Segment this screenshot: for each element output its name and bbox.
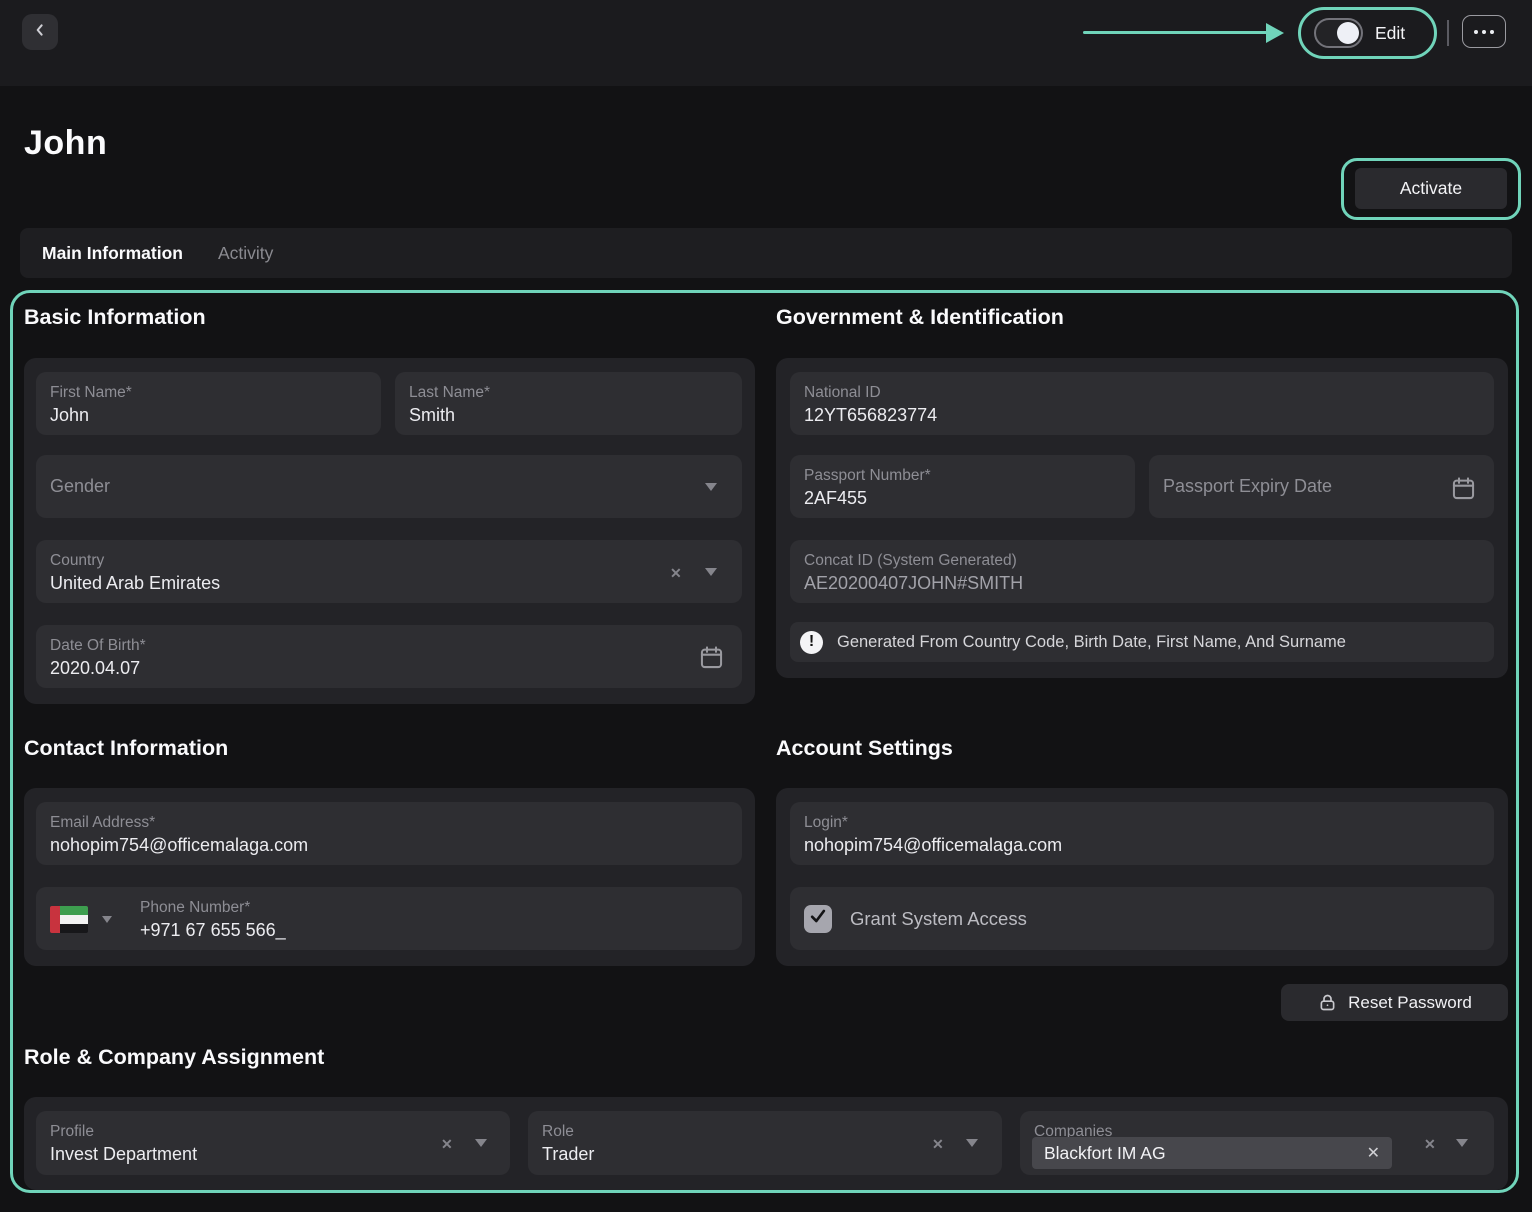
chevron-down-icon[interactable] [1456,1139,1468,1147]
tab-activity[interactable]: Activity [218,243,273,264]
gender-select[interactable]: Gender [36,455,742,518]
grant-access-row: Grant System Access [790,887,1494,950]
chevron-down-icon[interactable] [475,1139,487,1147]
section-title-government: Government & Identification [776,305,1064,330]
companies-multiselect[interactable]: Companies Blackfort IM AG ✕ [1020,1111,1494,1175]
country-value: United Arab Emirates [50,570,728,597]
back-button[interactable] [22,14,58,50]
date-of-birth-field[interactable]: Date Of Birth* 2020.04.07 [36,625,742,688]
section-title-basic: Basic Information [24,305,206,330]
passport-number-label: Passport Number* [804,466,1121,485]
first-name-field[interactable]: First Name* John [36,372,381,435]
first-name-value: John [50,402,367,429]
email-value: nohopim754@officemalaga.com [50,832,728,859]
section-title-contact: Contact Information [24,736,228,761]
reset-password-label: Reset Password [1348,993,1472,1013]
top-bar: Edit [0,0,1532,86]
login-label: Login* [804,813,1480,832]
exclamation-icon: ! [800,631,823,654]
grant-access-checkbox[interactable] [804,905,832,933]
dob-value: 2020.04.07 [50,655,728,682]
clear-icon[interactable]: ✕ [932,1137,944,1151]
more-actions-button[interactable] [1462,15,1506,48]
annotation-arrow [1083,31,1269,34]
calendar-icon[interactable] [1450,475,1477,507]
last-name-field[interactable]: Last Name* Smith [395,372,742,435]
toggle-knob [1337,22,1359,44]
tab-bar: Main Information Activity [20,228,1512,278]
login-field[interactable]: Login* nohopim754@officemalaga.com [790,802,1494,865]
user-profile-page: Edit John Activate Main Information Acti… [0,0,1532,1212]
profile-label: Profile [50,1122,496,1141]
ellipsis-icon [1474,30,1494,34]
passport-expiry-field[interactable]: Passport Expiry Date [1149,455,1494,518]
calendar-icon[interactable] [698,644,725,676]
tab-main-information[interactable]: Main Information [42,243,183,264]
grant-access-label: Grant System Access [850,908,1027,930]
chevron-down-icon[interactable] [705,483,717,491]
edit-toggle[interactable] [1314,18,1363,48]
role-label: Role [542,1122,988,1141]
login-value: nohopim754@officemalaga.com [804,832,1480,859]
passport-number-value: 2AF455 [804,485,1121,512]
reset-password-button[interactable]: Reset Password [1281,984,1508,1021]
section-title-account: Account Settings [776,736,953,761]
country-select[interactable]: Country United Arab Emirates [36,540,742,603]
uae-flag-icon[interactable] [50,906,88,933]
concat-id-field: Concat ID (System Generated) AE20200407J… [790,540,1494,603]
chevron-left-icon [32,22,48,43]
passport-number-field[interactable]: Passport Number* 2AF455 [790,455,1135,518]
country-label: Country [50,551,728,570]
concat-id-label: Concat ID (System Generated) [804,551,1480,570]
first-name-label: First Name* [50,383,367,402]
email-label: Email Address* [50,813,728,832]
last-name-label: Last Name* [409,383,728,402]
concat-id-value: AE20200407JOHN#SMITH [804,570,1480,597]
company-chip[interactable]: Blackfort IM AG ✕ [1032,1137,1392,1169]
topbar-divider [1447,20,1449,46]
last-name-value: Smith [409,402,728,429]
chevron-down-icon[interactable] [705,568,717,576]
profile-value: Invest Department [50,1141,496,1168]
chevron-down-icon[interactable] [966,1139,978,1147]
chip-remove-icon[interactable]: ✕ [1367,1143,1380,1163]
phone-field[interactable]: Phone Number* +971 67 655 566_ [36,887,742,950]
checkmark-icon [808,906,828,931]
national-id-value: 12YT656823774 [804,402,1480,429]
chevron-down-icon[interactable] [102,916,112,923]
activate-button[interactable]: Activate [1355,168,1507,209]
company-chip-label: Blackfort IM AG [1044,1143,1367,1164]
dob-label: Date Of Birth* [50,636,728,655]
lock-icon [1317,992,1338,1013]
concat-id-note: ! Generated From Country Code, Birth Dat… [790,622,1494,662]
clear-icon[interactable]: ✕ [670,566,682,580]
annotation-arrow-head [1266,23,1284,43]
clear-icon[interactable]: ✕ [441,1137,453,1151]
note-text: Generated From Country Code, Birth Date,… [837,633,1346,652]
gender-label: Gender [50,477,110,496]
page-title: John [24,124,107,163]
email-field[interactable]: Email Address* nohopim754@officemalaga.c… [36,802,742,865]
section-title-role: Role & Company Assignment [24,1045,324,1070]
clear-icon[interactable]: ✕ [1424,1137,1436,1151]
edit-toggle-highlight: Edit [1298,7,1437,59]
national-id-field[interactable]: National ID 12YT656823774 [790,372,1494,435]
phone-label: Phone Number* [140,898,728,917]
phone-value: +971 67 655 566_ [140,917,728,944]
role-value: Trader [542,1141,988,1168]
role-select[interactable]: Role Trader [528,1111,1002,1175]
edit-toggle-label: Edit [1375,23,1405,44]
profile-select[interactable]: Profile Invest Department [36,1111,510,1175]
national-id-label: National ID [804,383,1480,402]
passport-expiry-label: Passport Expiry Date [1163,477,1332,496]
